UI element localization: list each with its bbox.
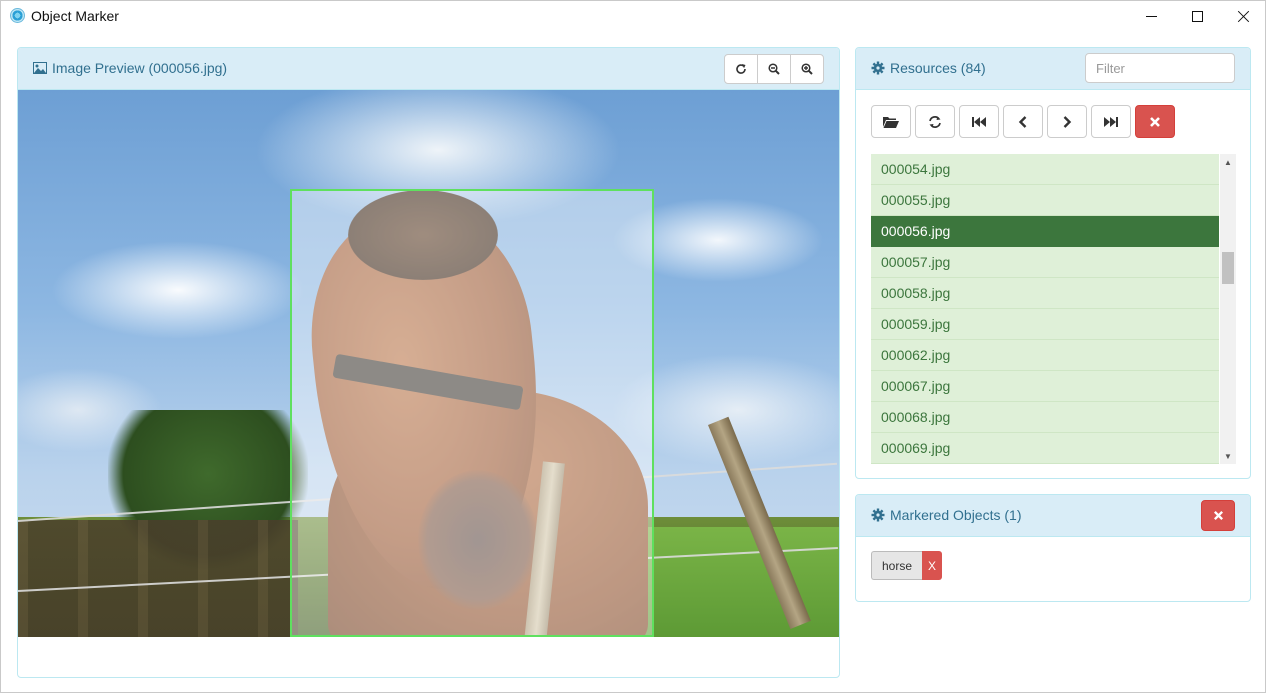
- file-list-item[interactable]: 000067.jpg: [871, 371, 1219, 402]
- window-title: Object Marker: [31, 8, 119, 24]
- resources-panel: Resources (84) Filter 000054.jpg 000055.…: [855, 47, 1251, 479]
- object-bounding-box[interactable]: [290, 189, 654, 637]
- file-list-item[interactable]: 000055.jpg: [871, 185, 1219, 216]
- scroll-down-arrow-icon[interactable]: ▼: [1220, 448, 1236, 464]
- title-bar: Object Marker: [1, 1, 1265, 32]
- delete-file-button[interactable]: [1135, 105, 1175, 138]
- previous-file-button[interactable]: [1003, 105, 1043, 138]
- object-tag: horse X: [871, 551, 943, 580]
- file-list-item[interactable]: 000058.jpg: [871, 278, 1219, 309]
- last-file-button[interactable]: [1091, 105, 1131, 138]
- file-list-item-active[interactable]: 000056.jpg: [871, 216, 1219, 247]
- file-list-item[interactable]: 000059.jpg: [871, 309, 1219, 340]
- maximize-icon: [1191, 11, 1203, 22]
- scroll-thumb[interactable]: [1222, 252, 1234, 284]
- next-icon: [1063, 115, 1072, 128]
- close-icon: [1237, 10, 1250, 23]
- folder-open-icon: [883, 116, 899, 128]
- preview-tools: [724, 54, 824, 84]
- refresh-preview-button[interactable]: [724, 54, 758, 84]
- file-list-item[interactable]: 000057.jpg: [871, 247, 1219, 278]
- next-file-button[interactable]: [1047, 105, 1087, 138]
- gear-icon: [871, 508, 885, 522]
- last-icon: [1104, 116, 1118, 127]
- gear-icon: [871, 61, 885, 75]
- maximize-button[interactable]: [1174, 1, 1220, 32]
- minimize-button[interactable]: [1128, 1, 1174, 32]
- file-list-item[interactable]: 000068.jpg: [871, 402, 1219, 433]
- file-list-item[interactable]: 000054.jpg: [871, 154, 1219, 185]
- markered-objects-title: Markered Objects (1): [890, 507, 1022, 523]
- prev-icon: [1018, 115, 1027, 128]
- resources-title: Resources (84): [890, 60, 986, 76]
- file-list: 000054.jpg 000055.jpg 000056.jpg 000057.…: [871, 154, 1219, 464]
- zoom-out-icon: [768, 63, 780, 75]
- scroll-up-arrow-icon[interactable]: ▲: [1220, 154, 1236, 170]
- object-tag-label[interactable]: horse: [871, 551, 923, 580]
- resources-toolbar: [871, 105, 1175, 138]
- image-preview-title: Image Preview (000056.jpg): [52, 60, 228, 76]
- resources-heading: Resources (84): [856, 48, 1250, 90]
- picture-icon: [33, 62, 47, 74]
- zoom-out-button[interactable]: [757, 54, 791, 84]
- object-tag-remove-button[interactable]: X: [922, 551, 943, 580]
- minimize-icon: [1145, 16, 1157, 17]
- delete-icon: [1150, 116, 1160, 127]
- refresh-list-button[interactable]: [915, 105, 955, 138]
- image-canvas[interactable]: [18, 90, 839, 637]
- first-icon: [972, 116, 986, 127]
- image-preview-panel: Image Preview (000056.jpg): [17, 47, 840, 678]
- zoom-in-button[interactable]: [790, 54, 824, 84]
- delete-icon: [1213, 510, 1223, 521]
- refresh-icon: [929, 115, 941, 128]
- zoom-in-icon: [801, 63, 813, 75]
- refresh-icon: [736, 64, 746, 74]
- file-list-item[interactable]: 000062.jpg: [871, 340, 1219, 371]
- close-window-button[interactable]: [1220, 1, 1266, 32]
- filter-input[interactable]: [1085, 53, 1235, 83]
- image-preview-heading: Image Preview (000056.jpg): [18, 48, 839, 90]
- file-list-item[interactable]: 000069.jpg: [871, 433, 1219, 464]
- open-folder-button[interactable]: [871, 105, 911, 138]
- app-window: Object Marker Image Preview (000056.jpg): [0, 0, 1266, 693]
- markered-objects-panel: Markered Objects (1) horse X: [855, 494, 1251, 602]
- first-file-button[interactable]: [959, 105, 999, 138]
- markered-objects-heading: Markered Objects (1): [856, 495, 1250, 537]
- clear-objects-button[interactable]: [1201, 500, 1235, 531]
- app-icon: [10, 8, 25, 23]
- file-list-scrollbar[interactable]: ▲ ▼: [1220, 154, 1236, 464]
